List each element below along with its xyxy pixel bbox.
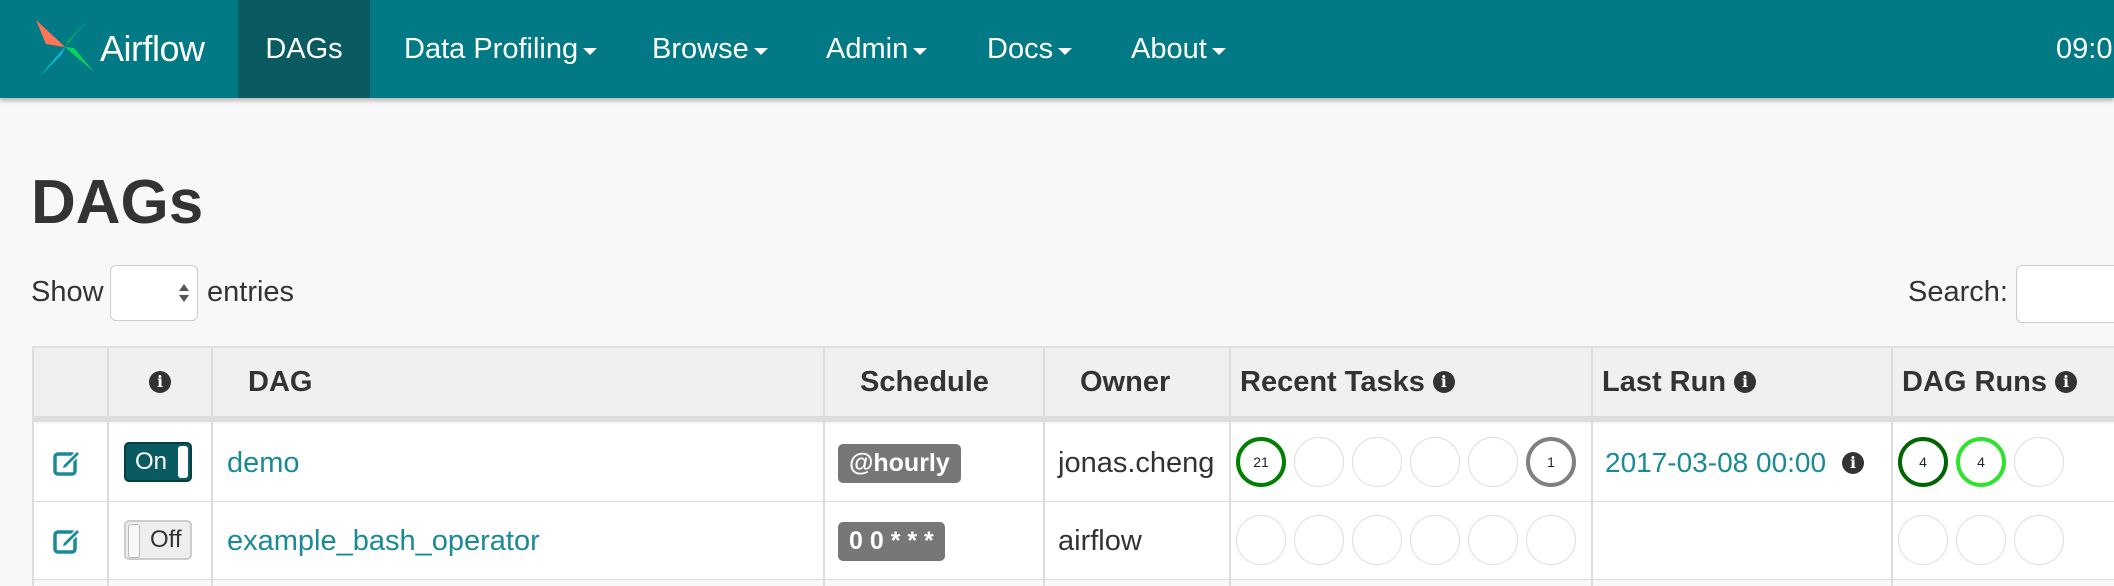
- task-state-circle[interactable]: [1410, 515, 1460, 565]
- dag-run-circle[interactable]: [2014, 515, 2064, 565]
- header-info: i: [108, 346, 212, 422]
- table-row: On demo @hourly jonas.cheng 21 1 2017-03…: [32, 424, 2114, 502]
- nav-label: Browse: [652, 32, 749, 65]
- column-divider: [211, 346, 213, 586]
- brand[interactable]: Airflow: [32, 14, 205, 84]
- header-last-run: Last Run i: [1592, 346, 1892, 422]
- brand-name: Airflow: [100, 28, 205, 69]
- info-icon: i: [149, 371, 171, 393]
- search-label: Search:: [1908, 276, 2008, 308]
- column-divider: [1043, 346, 1045, 586]
- entries-label: entries: [207, 276, 295, 308]
- nav-docs[interactable]: Docs: [987, 0, 1073, 98]
- table-row: Off example_bash_operator 0 0 * * * airf…: [32, 502, 2114, 580]
- header-label: Recent Tasks: [1240, 365, 1425, 398]
- dag-link[interactable]: demo: [227, 424, 300, 502]
- caret-down-icon: [913, 47, 928, 55]
- nav-browse[interactable]: Browse: [652, 0, 768, 98]
- dag-toggle[interactable]: Off: [124, 520, 192, 560]
- info-icon[interactable]: i: [1842, 452, 1865, 474]
- select-arrows-icon: [179, 284, 189, 302]
- column-divider: [1591, 346, 1593, 586]
- nav-label: About: [1131, 32, 1207, 65]
- column-divider: [1229, 346, 1231, 586]
- entries-per-page-select[interactable]: [110, 265, 198, 321]
- nav-data-profiling[interactable]: Data Profiling: [404, 0, 598, 98]
- header-dag[interactable]: DAG: [212, 346, 824, 422]
- nav-dags[interactable]: DAGs: [238, 0, 370, 98]
- dag-name: example_bash_operator: [227, 524, 540, 557]
- last-run-link: 2017-03-08 00:00: [1605, 447, 1827, 478]
- info-icon[interactable]: i: [2055, 371, 2077, 393]
- dag-run-running[interactable]: 4: [1956, 437, 2006, 487]
- schedule-label: 0 0 * * *: [838, 521, 945, 561]
- dags-table: i DAG Schedule Owner Recent Tasks i Last…: [32, 346, 2114, 586]
- toggle-knob: [178, 446, 188, 478]
- task-state-circle[interactable]: [1410, 437, 1460, 487]
- header-label: Last Run: [1602, 365, 1727, 398]
- toggle-label: On: [135, 448, 168, 475]
- nav-label: Admin: [826, 32, 909, 65]
- nav-label: Data Profiling: [404, 32, 579, 65]
- column-divider: [1891, 346, 1893, 586]
- schedule-label: @hourly: [838, 443, 961, 483]
- header-label: DAG: [248, 365, 313, 398]
- dag-link[interactable]: example_bash_operator: [227, 502, 540, 580]
- task-state-circle[interactable]: [1236, 515, 1286, 565]
- nav-about[interactable]: About: [1131, 0, 1226, 98]
- task-state-circle[interactable]: [1294, 515, 1344, 565]
- task-state-success[interactable]: 21: [1236, 437, 1286, 487]
- task-state-circle[interactable]: [1468, 437, 1518, 487]
- top-navbar: Airflow DAGs Data Profiling Browse Admin…: [0, 0, 2114, 98]
- header-edit: [32, 346, 108, 422]
- nav-label: Docs: [987, 32, 1054, 65]
- header-label: Owner: [1080, 365, 1171, 398]
- task-state-queued[interactable]: 1: [1526, 437, 1576, 487]
- info-icon[interactable]: i: [1432, 371, 1455, 393]
- owner-name: airflow: [1058, 524, 1142, 557]
- task-state-circle[interactable]: [1352, 515, 1402, 565]
- caret-down-icon: [753, 47, 768, 55]
- header-recent-tasks: Recent Tasks i: [1230, 346, 1592, 422]
- caret-down-icon: [583, 47, 598, 55]
- toggle-label: Off: [150, 526, 182, 553]
- schedule-badge: 0 0 * * *: [838, 502, 945, 580]
- edit-icon[interactable]: [52, 502, 82, 580]
- column-divider: [823, 346, 825, 586]
- task-state-circle[interactable]: [1352, 437, 1402, 487]
- dag-run-circle[interactable]: [1956, 515, 2006, 565]
- utc-clock: 09:0: [2056, 32, 2113, 65]
- caret-down-icon: [1058, 47, 1073, 55]
- dag-name: demo: [227, 446, 300, 479]
- header-schedule[interactable]: Schedule: [824, 346, 1044, 422]
- caret-down-icon: [1211, 47, 1226, 55]
- dag-toggle[interactable]: On: [124, 442, 192, 482]
- dag-run-success[interactable]: 4: [1898, 437, 1948, 487]
- airflow-pinwheel-logo-icon: [32, 14, 98, 85]
- show-label: Show: [31, 276, 104, 308]
- header-dag-runs: DAG Runs i: [1892, 346, 2114, 422]
- owner: airflow: [1058, 502, 1142, 580]
- header-owner[interactable]: Owner: [1044, 346, 1230, 422]
- page-title: DAGs: [31, 168, 204, 237]
- column-divider: [32, 346, 34, 586]
- last-run[interactable]: 2017-03-08 00:00 i: [1605, 424, 1865, 502]
- owner-name: jonas.cheng: [1058, 446, 1215, 479]
- schedule-badge: @hourly: [838, 424, 961, 502]
- header-label: Schedule: [860, 365, 989, 398]
- info-icon[interactable]: i: [1734, 371, 1757, 393]
- dag-run-circle[interactable]: [1898, 515, 1948, 565]
- search-input[interactable]: [2016, 265, 2114, 323]
- column-divider: [107, 346, 109, 586]
- nav-admin[interactable]: Admin: [826, 0, 928, 98]
- task-state-circle[interactable]: [1468, 515, 1518, 565]
- nav-label: DAGs: [265, 32, 343, 65]
- dag-run-circle[interactable]: [2014, 437, 2064, 487]
- task-state-circle[interactable]: [1294, 437, 1344, 487]
- toggle-knob: [128, 524, 140, 558]
- header-label: DAG Runs: [1902, 365, 2047, 398]
- owner: jonas.cheng: [1058, 424, 1214, 502]
- task-state-circle[interactable]: [1526, 515, 1576, 565]
- edit-icon[interactable]: [52, 424, 82, 502]
